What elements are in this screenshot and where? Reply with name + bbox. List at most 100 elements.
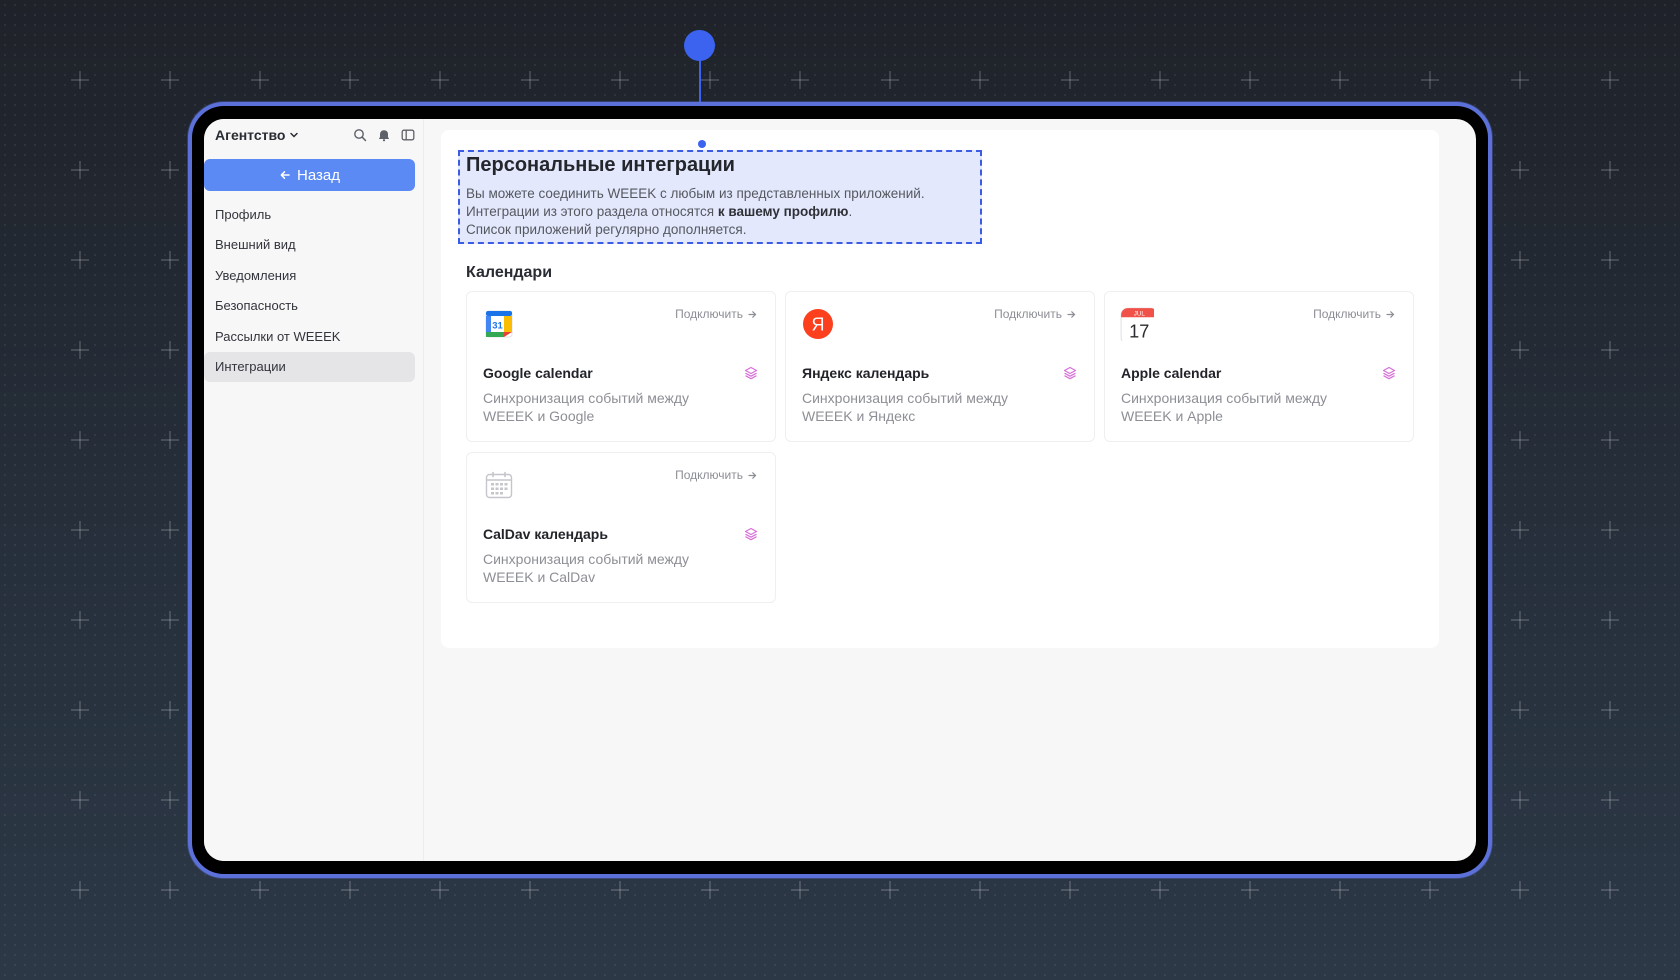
background-plus-mark	[431, 71, 449, 89]
background-plus-mark	[1601, 701, 1619, 719]
background-plus-mark	[881, 71, 899, 89]
arrow-right-icon	[1067, 310, 1076, 318]
background-plus-mark	[1511, 611, 1529, 629]
back-button-label: Назад	[297, 166, 340, 184]
background-plus-mark	[71, 341, 89, 359]
app-screen: Агентство Назад Профиль Внешний вид Увед…	[204, 119, 1476, 861]
background-plus-mark	[251, 881, 269, 899]
arrow-right-icon	[1386, 310, 1395, 318]
card-description: Синхронизация событий между WEEEK и Янде…	[802, 390, 1009, 424]
sidebar: Агентство Назад Профиль Внешний вид Увед…	[204, 119, 424, 861]
background-plus-mark	[611, 71, 629, 89]
bell-icon[interactable]	[377, 128, 391, 142]
settings-menu: Профиль Внешний вид Уведомления Безопасн…	[204, 199, 415, 383]
background-plus-mark	[71, 71, 89, 89]
background-plus-mark	[1151, 881, 1169, 899]
background-plus-mark	[1601, 881, 1619, 899]
google-calendar-icon: 31	[485, 310, 513, 338]
background-plus-mark	[1511, 881, 1529, 899]
background-plus-mark	[341, 71, 359, 89]
integration-card-yandex[interactable]: Я Подключить Яндекс календарь Синхрониза…	[785, 291, 1095, 442]
intro-line-1: Вы можете соединить WEEEK с любым из пре…	[466, 186, 925, 201]
arrow-right-icon	[748, 310, 757, 318]
background-plus-mark	[161, 341, 179, 359]
integration-card-google[interactable]: 31 Подключить Google calendar Синхрониза…	[466, 291, 776, 442]
background-plus-mark	[251, 71, 269, 89]
annotation-pin	[684, 30, 715, 61]
premium-layers-icon	[1063, 366, 1077, 380]
background-plus-mark	[1511, 701, 1529, 719]
integration-card-caldav[interactable]: Подключить CalDav календарь Синхронизаци…	[466, 452, 776, 603]
sidebar-toggle-icon[interactable]	[401, 128, 415, 142]
background-plus-mark	[701, 71, 719, 89]
sidebar-item-integrations[interactable]: Интеграции	[204, 351, 415, 382]
background-plus-mark	[1331, 881, 1349, 899]
background-plus-mark	[161, 71, 179, 89]
background-plus-mark	[1601, 341, 1619, 359]
background-plus-mark	[161, 161, 179, 179]
background-plus-mark	[611, 881, 629, 899]
connect-button[interactable]: Подключить	[1313, 307, 1395, 321]
intro-line-2: Интеграции из этого раздела относятся к …	[466, 203, 925, 221]
background-plus-mark	[1511, 251, 1529, 269]
background-plus-mark	[971, 71, 989, 89]
background-plus-mark	[161, 431, 179, 449]
background-plus-mark	[161, 611, 179, 629]
background-plus-mark	[341, 881, 359, 899]
connect-button[interactable]: Подключить	[675, 307, 757, 321]
background-plus-mark	[1601, 611, 1619, 629]
background-plus-mark	[161, 881, 179, 899]
sidebar-item-appearance[interactable]: Внешний вид	[204, 230, 415, 260]
sidebar-item-profile[interactable]: Профиль	[204, 199, 415, 229]
background-plus-mark	[1601, 791, 1619, 809]
background-plus-mark	[701, 881, 719, 899]
section-title: Календари	[466, 264, 553, 281]
intro-line-3: Список приложений регулярно дополняется.	[466, 222, 747, 237]
google-logo-text: 31	[492, 321, 503, 332]
workspace-switcher[interactable]: Агентство	[215, 127, 285, 143]
yandex-icon: Я	[803, 309, 833, 339]
background-plus-mark	[1421, 881, 1439, 899]
background-plus-mark	[1601, 431, 1619, 449]
card-description: Синхронизация событий между WEEEK и Goog…	[483, 390, 690, 424]
background-plus-mark	[71, 161, 89, 179]
sidebar-item-newsletters[interactable]: Рассылки от WEEEK	[204, 321, 415, 351]
background-plus-mark	[1241, 881, 1259, 899]
background-plus-mark	[71, 611, 89, 629]
connect-button[interactable]: Подключить	[994, 307, 1076, 321]
card-title: Яндекс календарь	[802, 365, 930, 381]
apple-logo-month: JUL	[1134, 310, 1146, 317]
background-plus-mark	[521, 71, 539, 89]
arrow-left-icon	[280, 171, 290, 179]
background-plus-mark	[71, 431, 89, 449]
background-plus-mark	[971, 881, 989, 899]
background-plus-mark	[161, 791, 179, 809]
connect-button[interactable]: Подключить	[675, 468, 757, 482]
connect-label: Подключить	[675, 307, 743, 321]
chevron-down-icon[interactable]	[289, 130, 299, 140]
sidebar-item-security[interactable]: Безопасность	[204, 291, 415, 321]
background-plus-mark	[1061, 881, 1079, 899]
background-plus-mark	[71, 701, 89, 719]
intro-line-2-bold: к вашему профилю	[717, 204, 849, 219]
integration-card-apple[interactable]: JUL 17 Подключить Apple calendar Синхрон…	[1104, 291, 1414, 442]
background-plus-mark	[1421, 71, 1439, 89]
background-plus-mark	[71, 521, 89, 539]
connect-label: Подключить	[675, 468, 743, 482]
background-plus-mark	[881, 881, 899, 899]
card-title: Apple calendar	[1121, 365, 1222, 381]
background-plus-mark	[1511, 791, 1529, 809]
background-plus-mark	[1511, 161, 1529, 179]
apple-calendar-icon: JUL 17	[1120, 307, 1154, 341]
background-plus-mark	[161, 251, 179, 269]
background-plus-mark	[71, 251, 89, 269]
back-button[interactable]: Назад	[204, 159, 415, 191]
background-plus-mark	[71, 881, 89, 899]
background-plus-mark	[1511, 431, 1529, 449]
sidebar-item-notifications[interactable]: Уведомления	[204, 260, 415, 290]
workspace-header: Агентство	[215, 123, 415, 147]
connect-label: Подключить	[994, 307, 1062, 321]
connect-label: Подключить	[1313, 307, 1381, 321]
page-title: Персональные интеграции	[466, 154, 735, 176]
search-icon[interactable]	[353, 128, 367, 142]
